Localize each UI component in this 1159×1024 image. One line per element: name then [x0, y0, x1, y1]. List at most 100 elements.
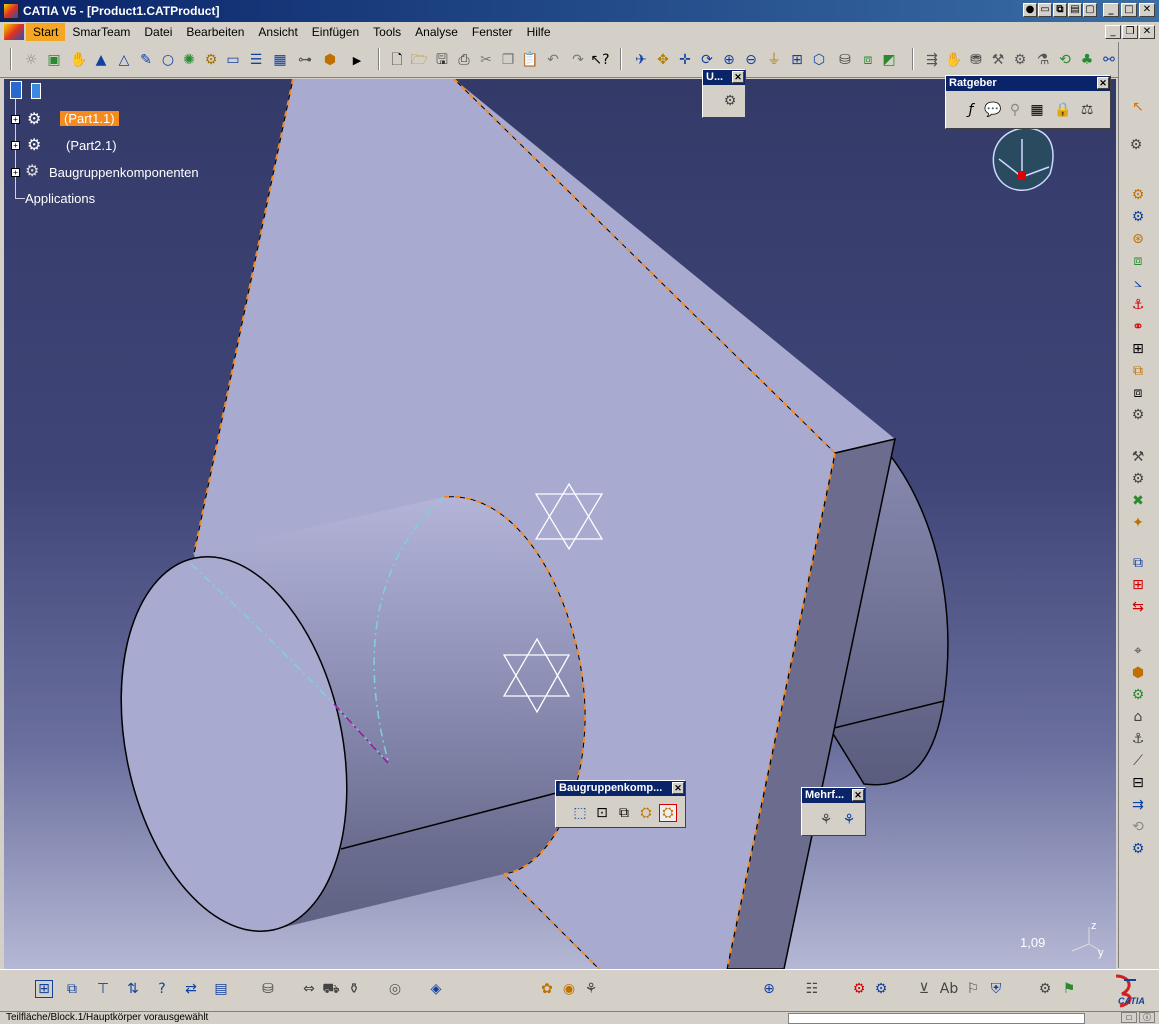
ruler-icon[interactable]: ⟋ — [1129, 752, 1147, 770]
design-table-icon[interactable]: ▦ — [1028, 101, 1046, 119]
new-icon[interactable]: 🗋 — [388, 51, 406, 69]
normal-view-icon[interactable]: ⏚ — [765, 51, 783, 69]
doc-restore-button[interactable]: ❐ — [1122, 25, 1138, 39]
menu-analyse[interactable]: Analyse — [408, 23, 465, 41]
update-constraint-icon[interactable]: ⟲ — [1129, 818, 1147, 836]
scene2-icon[interactable]: ⚙ — [1129, 686, 1147, 704]
catia-app-icon[interactable] — [3, 3, 19, 19]
scene-icon[interactable]: ⧉ — [1129, 554, 1147, 572]
distance-icon[interactable]: ⇆ — [1129, 598, 1147, 616]
circle-icon[interactable]: ○ — [159, 51, 177, 69]
record-icon[interactable]: ● — [1023, 3, 1037, 17]
weld-icon[interactable]: ⊟ — [1129, 774, 1147, 792]
sun-icon[interactable]: ☼ — [22, 51, 40, 69]
smart-move-icon[interactable]: ✦ — [1129, 514, 1147, 532]
network-icon[interactable]: ⚯ — [1100, 51, 1118, 69]
tool4-icon[interactable]: ⚗ — [1034, 51, 1052, 69]
components-gear-icon[interactable]: ⚙ — [25, 161, 45, 180]
menu-start[interactable]: Start — [26, 23, 66, 41]
floating-toolbar-u[interactable]: U... ✕ ⚙ — [702, 69, 746, 118]
multi-instantiation-icon[interactable]: ⚘ — [840, 811, 858, 829]
floating-toolbar-mehrf[interactable]: Mehrf... ✕ ⚘ ⚘ — [801, 787, 866, 836]
tool3-icon[interactable]: ⚙ — [1011, 51, 1029, 69]
sub-assembly-icon[interactable]: ⚙ — [850, 980, 868, 998]
explode-icon[interactable]: ⚒ — [1129, 448, 1147, 466]
catalog-browser-icon[interactable]: ⊞ — [35, 980, 53, 998]
close-icon[interactable]: ✕ — [1097, 77, 1109, 89]
menu-hilfe[interactable]: Hilfe — [520, 23, 558, 41]
render-icon[interactable]: ◩ — [880, 51, 898, 69]
zoom-in-icon[interactable]: ⊕ — [720, 51, 738, 69]
command-input[interactable] — [788, 1013, 1085, 1024]
tool2-icon[interactable]: ⚒ — [989, 51, 1007, 69]
list-props-icon[interactable]: ▤ — [212, 980, 230, 998]
lock-icon[interactable]: 🔒 — [1054, 101, 1072, 119]
reuse-icon[interactable]: ⚙ — [1129, 406, 1147, 424]
open-icon[interactable]: 🗁 — [410, 51, 428, 69]
panel-icon[interactable]: ▤ — [1068, 3, 1082, 17]
minimize-button[interactable]: _ — [1103, 3, 1119, 17]
manipulate-icon[interactable]: ⚙ — [1127, 136, 1145, 154]
floating-toolbar-title[interactable]: Baugruppenkomp... ✕ — [556, 781, 685, 796]
image-icon[interactable]: ▣ — [45, 51, 63, 69]
cube-group-icon[interactable]: ⬢ — [321, 51, 339, 69]
quick-constraint-icon[interactable]: ⊞ — [1129, 340, 1147, 358]
tree-node-part2[interactable]: (Part2.1) — [66, 138, 117, 153]
clash-icon[interactable]: ✖ — [1129, 492, 1147, 510]
tree-icon[interactable]: ⊶ — [296, 51, 314, 69]
hide-show-icon[interactable]: ⛁ — [836, 51, 854, 69]
contact-icon[interactable]: ⊛ — [1129, 230, 1147, 248]
formula-icon[interactable]: ƒ — [962, 101, 980, 119]
compass-icon[interactable] — [992, 127, 1054, 191]
replace-component-icon[interactable]: ⛭ — [659, 804, 677, 822]
disk-icon[interactable]: ⛃ — [967, 51, 985, 69]
tile-icon[interactable]: ⧉ — [1053, 3, 1067, 17]
offset-icon[interactable]: ⧈ — [1129, 252, 1147, 270]
fly-icon[interactable]: ✈ — [632, 51, 650, 69]
menu-fenster[interactable]: Fenster — [465, 23, 520, 41]
part-icon[interactable]: ⚙ — [27, 135, 47, 154]
close-icon[interactable]: ✕ — [852, 789, 864, 801]
hand-tool-icon[interactable]: ✋ — [945, 51, 963, 69]
floating-toolbar-baugruppen[interactable]: Baugruppenkomp... ✕ ⬚ ⊡ ⧉ ⛭ ⛭ — [555, 780, 686, 828]
product-icon[interactable]: ⧉ — [63, 980, 81, 998]
multi-view-icon[interactable]: ⊞ — [788, 51, 806, 69]
fix-component-icon[interactable]: ⚓ — [1129, 296, 1147, 314]
paste-icon[interactable]: 📋 — [521, 51, 539, 69]
cut-icon[interactable]: ✂ — [477, 51, 495, 69]
menu-smarteam[interactable]: SmarTeam — [65, 23, 137, 41]
material-icon[interactable]: ◉ — [560, 980, 578, 998]
gear-icon[interactable]: ⚙ — [202, 51, 220, 69]
swap-visible-icon[interactable]: ⧈ — [859, 51, 877, 69]
gear-pair-icon[interactable]: ⚙ — [721, 92, 739, 110]
list-icon[interactable]: ☰ — [247, 51, 265, 69]
floating-toolbar-title[interactable]: U... ✕ — [703, 70, 745, 85]
expand-part1-button[interactable]: + — [11, 115, 20, 124]
text-abc-icon[interactable]: Ab — [940, 980, 958, 998]
transfer-icon[interactable]: ⛟ — [322, 980, 340, 998]
expand-part2-button[interactable]: + — [11, 141, 20, 150]
fit-all-icon[interactable]: ✥ — [654, 51, 672, 69]
rotate-icon[interactable]: ⟳ — [698, 51, 716, 69]
tree-node-part1[interactable]: (Part1.1) — [60, 111, 119, 126]
document-menu-icon[interactable] — [4, 24, 24, 40]
whatsthis-icon[interactable]: ↖? — [590, 51, 609, 69]
3d-viewport[interactable]: z y + ⚙ (Part1.1) + ⚙ (Part2.1) + ⚙ Baug… — [4, 79, 1116, 969]
constraint-fix-icon[interactable]: ⚙ — [1129, 186, 1147, 204]
comment-icon[interactable]: 💬 — [984, 101, 1002, 119]
fix-together-icon[interactable]: ⚭ — [1129, 318, 1147, 336]
query-icon[interactable]: ? — [153, 980, 171, 998]
angle-icon[interactable]: ⦣ — [1129, 274, 1147, 292]
new-product-icon[interactable]: ⊡ — [593, 804, 611, 822]
status-info-icon[interactable]: ⓘ — [1139, 1012, 1155, 1023]
doc-close-button[interactable]: ✕ — [1139, 25, 1155, 39]
constraint-icon[interactable]: ⇶ — [923, 51, 941, 69]
book-icon[interactable]: ◈ — [427, 980, 445, 998]
annotation-icon[interactable]: ⌂ — [1129, 708, 1147, 726]
pen-icon[interactable]: ✎ — [137, 51, 155, 69]
shield-icon[interactable]: ⛨ — [987, 980, 1005, 998]
floating-toolbar-title[interactable]: Mehrf... ✕ — [802, 788, 865, 803]
menu-datei[interactable]: Datei — [137, 23, 179, 41]
tree-order-icon[interactable]: ☷ — [803, 980, 821, 998]
swirl-icon[interactable]: ◎ — [386, 980, 404, 998]
